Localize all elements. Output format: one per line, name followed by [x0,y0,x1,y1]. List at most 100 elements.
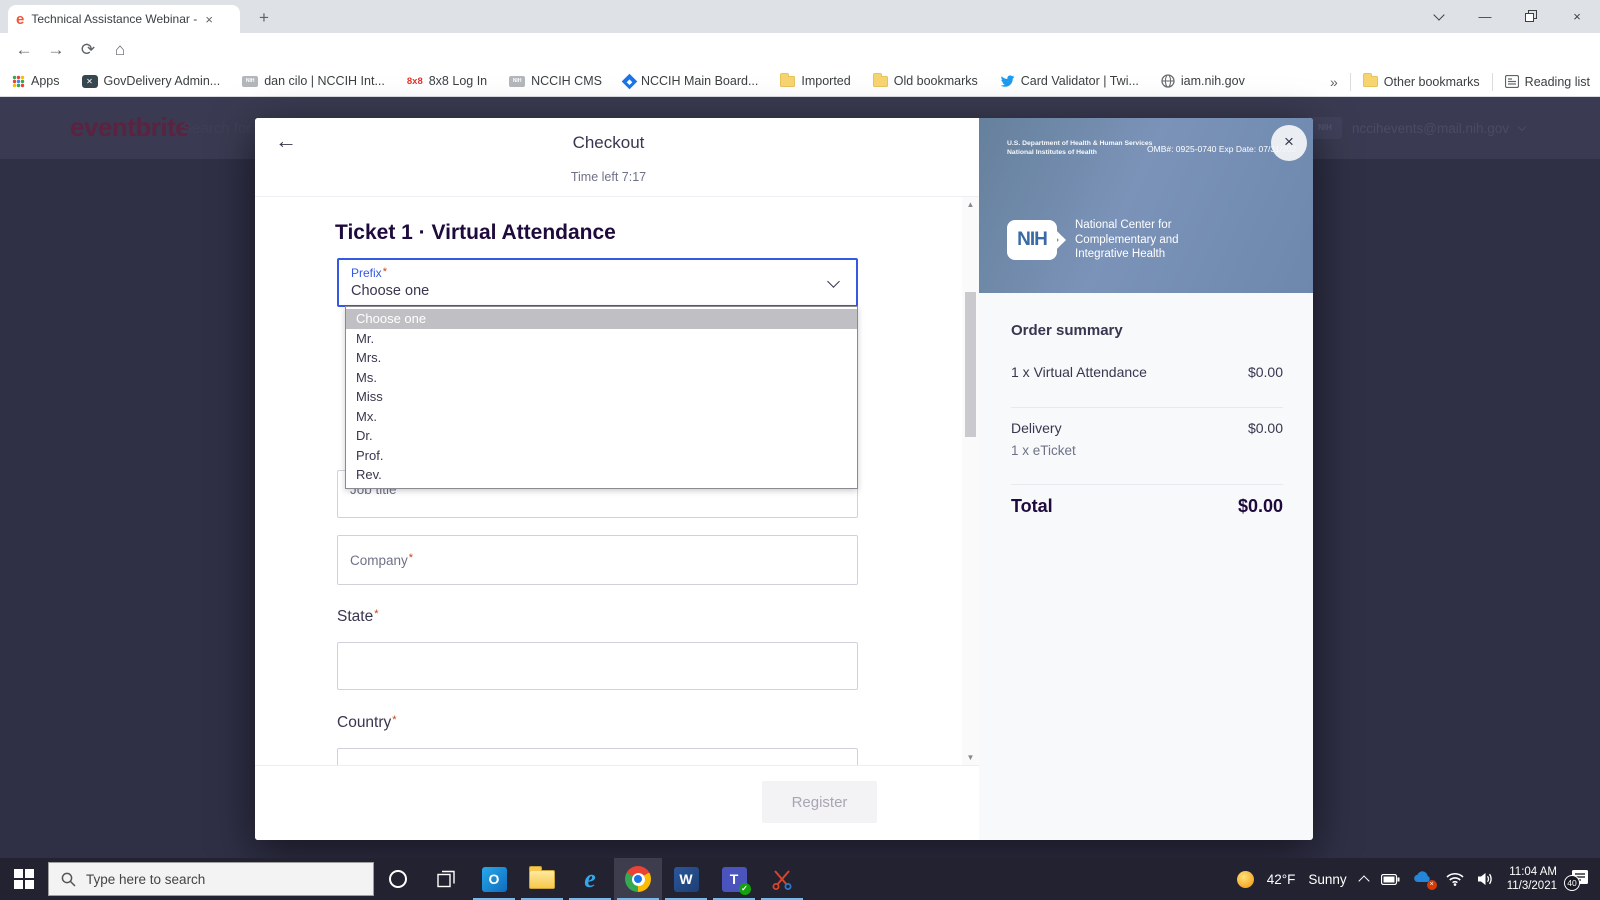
diamond-icon [622,73,638,89]
weather-condition[interactable]: Sunny [1308,872,1346,887]
dropdown-option-prof[interactable]: Prof. [346,446,857,466]
task-view-button[interactable] [422,858,470,900]
modal-footer: Register [255,765,979,840]
taskbar-word[interactable]: W [662,858,710,900]
line-item-price: $0.00 [1248,364,1283,380]
taskbar-teams[interactable]: T✓ [710,858,758,900]
taskbar-internet-explorer[interactable]: e [566,858,614,900]
restore-button[interactable] [1508,0,1554,33]
bookmark-govdelivery[interactable]: ✕ GovDelivery Admin... [82,74,221,88]
action-center-button[interactable]: 40 [1570,869,1592,889]
checkout-title: Checkout [255,133,962,153]
prefix-select[interactable]: Prefix* Choose one [337,258,858,307]
scrollbar-thumb[interactable] [965,292,976,437]
tray-date: 11/3/2021 [1507,879,1557,893]
modal-close-button[interactable]: × [1271,125,1307,161]
state-field[interactable] [337,642,858,690]
taskbar-search-box[interactable]: Type here to search [48,862,374,896]
dropdown-option-miss[interactable]: Miss [346,387,857,407]
back-icon[interactable]: ← [10,33,38,66]
windows-logo-icon [14,869,34,889]
start-button[interactable] [0,858,48,900]
ticket-heading: Ticket 1 · Virtual Attendance [335,221,616,245]
snipping-tool-icon [771,868,793,890]
internet-explorer-icon: e [584,864,596,894]
tray-time: 11:04 AM [1507,865,1557,879]
tray-chevron-up-icon[interactable] [1358,875,1369,886]
reading-list-icon [1505,75,1519,88]
prefix-label: Prefix* [351,266,387,280]
dropdown-option-ms[interactable]: Ms. [346,368,857,388]
tab-strip: e Technical Assistance Webinar - H × + —… [0,0,1600,33]
close-window-button[interactable]: × [1554,0,1600,33]
company-label: Company* [350,552,413,570]
forward-icon[interactable]: → [42,33,70,66]
nccih-logo-icon: NIH [1308,117,1342,139]
search-icon [61,872,76,887]
other-bookmarks-button[interactable]: Other bookmarks [1363,75,1480,89]
wifi-icon[interactable] [1446,872,1464,886]
total-label: Total [1011,496,1053,517]
browser-tab[interactable]: e Technical Assistance Webinar - H × [8,5,240,33]
status-check-icon: ✓ [739,883,751,895]
apps-shortcut[interactable]: Apps [12,74,60,88]
bookmark-iam-nih[interactable]: iam.nih.gov [1161,74,1245,88]
onedrive-icon[interactable]: × [1413,870,1433,888]
bookmark-dan-cilo[interactable]: NIH dan cilo | NCCIH Int... [242,74,385,88]
scroll-up-icon[interactable]: ▲ [962,200,979,209]
minimize-button[interactable]: — [1462,0,1508,33]
time-left-countdown: Time left 7:17 [255,170,962,184]
system-tray: 42°F Sunny × 11:04 AM 11/3/2021 40 [1237,858,1600,900]
delivery-label: Delivery [1011,420,1062,436]
taskbar-file-explorer[interactable] [518,858,566,900]
battery-icon[interactable] [1381,874,1400,885]
nccih-name-text: National Center for Complementary and In… [1075,218,1179,262]
reading-list-button[interactable]: Reading list [1505,75,1590,89]
dropdown-option-mx[interactable]: Mx. [346,407,857,427]
tab-search-icon[interactable] [1416,0,1462,33]
total-row: Total $0.00 [1011,496,1283,517]
tab-title: Technical Assistance Webinar - H [31,12,201,26]
bookmark-nccih-main-board[interactable]: NCCIH Main Board... [624,74,758,88]
dropdown-option-mr[interactable]: Mr. [346,329,857,349]
bookmarks-overflow-icon[interactable]: » [1330,74,1338,90]
taskbar-outlook[interactable]: O [470,858,518,900]
bookmark-old-bookmarks[interactable]: Old bookmarks [873,74,978,88]
chrome-icon [625,866,651,892]
taskbar-chrome-active[interactable] [614,858,662,900]
scroll-down-icon[interactable]: ▼ [962,753,979,762]
dropdown-option-mrs[interactable]: Mrs. [346,348,857,368]
delivery-price: $0.00 [1248,420,1283,436]
volume-icon[interactable] [1477,872,1494,886]
dropdown-option-dr[interactable]: Dr. [346,426,857,446]
bookmark-8x8[interactable]: 8x8 8x8 Log In [407,74,487,88]
bookmark-card-validator[interactable]: Card Validator | Twi... [1000,74,1139,88]
dropdown-option-rev[interactable]: Rev. [346,465,857,485]
notification-count-badge: 40 [1564,875,1580,891]
folder-icon [780,76,795,87]
cortana-button[interactable] [374,858,422,900]
clock[interactable]: 11:04 AM 11/3/2021 [1507,865,1557,893]
restore-icon [1525,10,1538,23]
window-controls: — × [1416,0,1600,33]
modal-scrollbar[interactable]: ▲ ▼ [962,197,979,765]
weather-temp[interactable]: 42°F [1267,872,1296,887]
register-button[interactable]: Register [762,781,877,823]
reload-icon[interactable]: ⟳ [74,33,102,66]
eventbrite-favicon-icon: e [16,11,24,28]
nih-logo: NIH National Center for Complementary an… [1007,218,1179,262]
account-email: nccihevents@mail.nih.gov [1352,121,1509,136]
dropdown-option-choose-one[interactable]: Choose one [346,309,857,329]
home-icon[interactable]: ⌂ [106,33,134,66]
file-explorer-icon [529,870,555,889]
bookmark-imported[interactable]: Imported [780,74,850,88]
modal-header: ← Checkout Time left 7:17 [255,118,979,197]
company-field[interactable]: Company* [337,535,858,585]
bookmark-nccih-cms[interactable]: NIH NCCIH CMS [509,74,602,88]
weather-sun-icon[interactable] [1237,871,1254,888]
bookmarks-bar-right: » Other bookmarks Reading list [1330,66,1590,97]
chevron-down-icon [827,275,840,288]
tab-close-icon[interactable]: × [205,12,213,27]
taskbar-snipping-tool[interactable] [758,858,806,900]
new-tab-button[interactable]: + [252,6,276,30]
